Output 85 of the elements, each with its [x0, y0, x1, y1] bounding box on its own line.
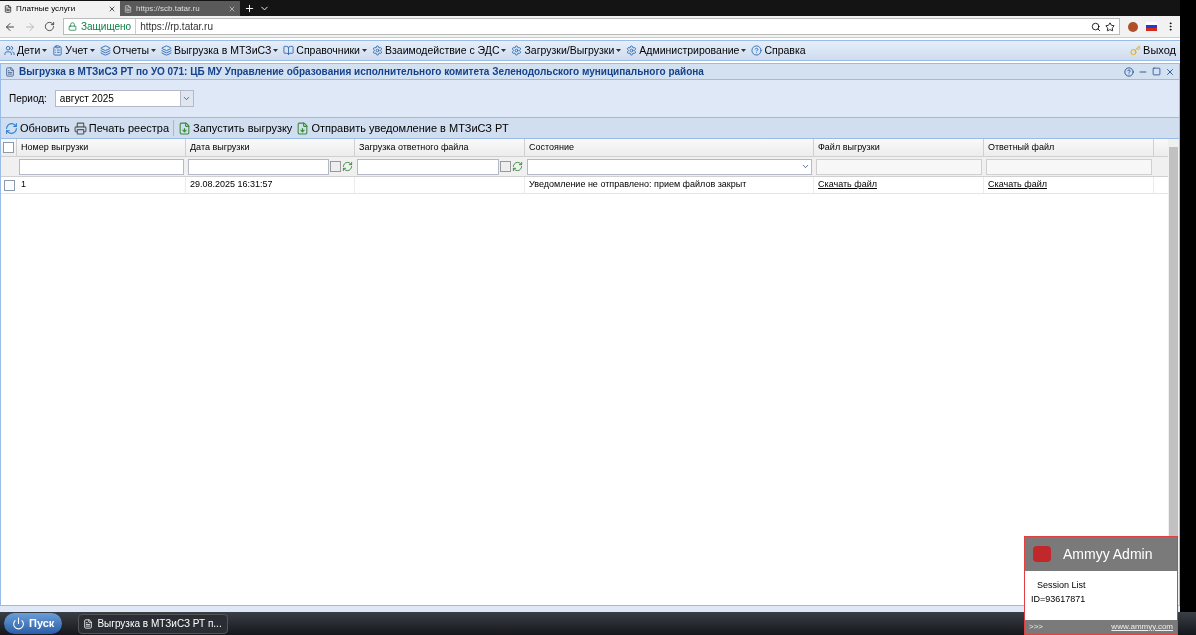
table-cell: 29.08.2025 16:31:57 — [190, 178, 273, 192]
menu-item[interactable]: Загрузки/Выгрузки — [511, 42, 622, 59]
flag-icon[interactable] — [1146, 22, 1157, 31]
help-icon[interactable] — [1124, 66, 1134, 77]
file-icon — [296, 121, 310, 135]
app-logo-icon — [1033, 546, 1051, 562]
toolbar-button[interactable]: Обновить — [5, 119, 70, 137]
column-header[interactable]: Состояние — [525, 139, 814, 156]
menu-item[interactable]: Администрирование — [626, 42, 747, 59]
period-label: Период: — [9, 92, 47, 106]
page-icon — [124, 4, 132, 13]
address-bar[interactable]: Защищено https://rp.tatar.ru — [63, 18, 1120, 35]
close-icon[interactable] — [1165, 66, 1175, 77]
taskbar-window[interactable]: Выгрузка в МТЗиСЗ РТ п... — [78, 613, 229, 634]
menu-item-icon — [511, 45, 523, 56]
clear-filter-icon[interactable] — [512, 161, 523, 172]
menu-item-icon — [52, 45, 64, 56]
browser-tab[interactable]: https://scb.tatar.ru — [120, 1, 240, 16]
column-header[interactable]: Файл выгрузки — [814, 139, 984, 156]
period-select[interactable]: август 2025 — [54, 90, 194, 107]
window-icon — [5, 66, 15, 77]
start-button[interactable]: Пуск — [4, 613, 63, 634]
window-icon — [83, 618, 94, 629]
filter-field[interactable] — [357, 158, 499, 175]
menu-item-icon — [283, 45, 295, 56]
filter-field[interactable] — [986, 158, 1152, 175]
page-icon — [4, 4, 12, 13]
session-id: ID=93617871 — [1031, 592, 1087, 606]
back-icon[interactable] — [4, 20, 16, 33]
filter-field[interactable] — [816, 158, 982, 175]
column-header[interactable]: Дата выгрузки — [186, 139, 355, 156]
new-tab-icon[interactable] — [244, 3, 255, 14]
menu-item-icon — [751, 45, 763, 56]
table-cell: 1 — [21, 178, 26, 192]
calendar-icon[interactable] — [500, 161, 511, 172]
toolbar-button[interactable]: Печать реестра — [73, 119, 170, 137]
column-header[interactable]: Ответный файл — [984, 139, 1154, 156]
close-icon[interactable] — [108, 4, 116, 13]
extension-icon[interactable] — [1128, 21, 1138, 32]
close-icon[interactable] — [228, 4, 236, 13]
reload-icon[interactable] — [44, 21, 55, 32]
printer-icon — [73, 121, 87, 135]
filter-field[interactable] — [188, 158, 329, 175]
exit-button[interactable]: Выход — [1130, 42, 1176, 59]
zoom-icon[interactable] — [1091, 21, 1101, 32]
restore-icon[interactable] — [1152, 67, 1161, 76]
checkbox[interactable] — [3, 179, 15, 191]
menu-item[interactable]: Взаимодействие с ЭДС — [371, 42, 507, 59]
clear-filter-icon[interactable] — [342, 161, 353, 172]
checkbox[interactable] — [3, 142, 14, 153]
menu-item-icon — [4, 45, 15, 56]
menu-item-icon — [161, 45, 173, 56]
refresh-icon — [5, 121, 18, 135]
menu-item[interactable]: Справка — [751, 42, 806, 59]
table-cell: Уведомление не отправлено: прием файлов закрыт — [529, 178, 747, 192]
session-list-link[interactable]: Session List — [1031, 579, 1171, 593]
menu-item[interactable]: Выгрузка в МТЗиСЗ — [161, 42, 279, 59]
menu-item[interactable]: Дети — [4, 42, 48, 59]
website-link[interactable]: www.ammyy.com — [1111, 621, 1173, 633]
power-icon — [12, 617, 25, 630]
expand-button[interactable]: >>> — [1029, 621, 1043, 633]
menu-item[interactable]: Справочники — [283, 42, 367, 59]
key-icon — [1130, 45, 1142, 56]
download-link[interactable]: Скачать файл — [988, 178, 1047, 192]
menu-item[interactable]: Отчеты — [99, 42, 157, 59]
url-text: https://rp.tatar.ru — [140, 20, 214, 34]
menu-item-icon — [99, 45, 111, 56]
menu-item[interactable]: Учет — [52, 42, 95, 59]
secure-label: Защищено — [81, 19, 137, 34]
file-icon — [178, 121, 192, 135]
column-header[interactable]: Номер выгрузки — [17, 139, 186, 156]
filter-field[interactable] — [527, 158, 812, 175]
filter-field[interactable] — [19, 158, 184, 175]
column-header[interactable]: Загрузка ответного файла — [355, 139, 525, 156]
popup-title: Ammyy Admin — [1063, 544, 1153, 564]
panel-title: Выгрузка в МТЗиСЗ РТ по УО 071: ЦБ МУ Управление образования исполнительного комитета Зеленодольского муниципального района — [19, 65, 705, 79]
browser-tab[interactable]: Платные услуги — [0, 1, 120, 16]
menu-item-icon — [626, 45, 638, 56]
toolbar-button[interactable]: Запустить выгрузку — [173, 119, 293, 137]
toolbar-button[interactable]: Отправить уведомление в МТЗиСЗ РТ — [296, 119, 509, 137]
menu-item-icon — [371, 45, 383, 56]
calendar-icon[interactable] — [330, 161, 341, 172]
lock-icon — [68, 22, 77, 31]
download-link[interactable]: Скачать файл — [818, 178, 877, 192]
bookmark-icon[interactable] — [1105, 21, 1115, 32]
